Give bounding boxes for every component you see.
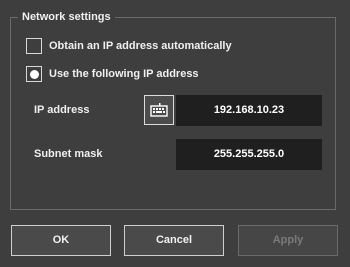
- subnet-mask-field[interactable]: 255.255.255.0: [176, 139, 322, 170]
- apply-button[interactable]: Apply: [238, 225, 338, 256]
- keyboard-icon: [150, 103, 168, 117]
- cancel-button[interactable]: Cancel: [124, 225, 224, 256]
- use-following-ip-label: Use the following IP address: [49, 68, 199, 80]
- ip-address-label: IP address: [34, 104, 90, 116]
- radio-use-following-ip[interactable]: [26, 66, 42, 82]
- subnet-mask-label: Subnet mask: [34, 148, 103, 160]
- subnet-mask-row: Subnet mask 255.255.255.0: [26, 139, 322, 170]
- obtain-ip-automatically-label: Obtain an IP address automatically: [49, 40, 232, 52]
- checkbox-obtain-ip-automatically[interactable]: [26, 38, 42, 54]
- ok-button[interactable]: OK: [11, 225, 111, 256]
- use-following-ip-option[interactable]: Use the following IP address: [26, 65, 199, 83]
- ip-address-field[interactable]: 192.168.10.23: [176, 95, 322, 126]
- keyboard-button[interactable]: [144, 95, 174, 125]
- group-title: Network settings: [18, 11, 115, 23]
- network-settings-dialog: Network settings Obtain an IP address au…: [0, 0, 350, 267]
- radio-selected-dot: [29, 69, 39, 79]
- obtain-ip-automatically-option[interactable]: Obtain an IP address automatically: [26, 37, 232, 55]
- ip-address-row: IP address 192.168.10.23: [26, 95, 322, 126]
